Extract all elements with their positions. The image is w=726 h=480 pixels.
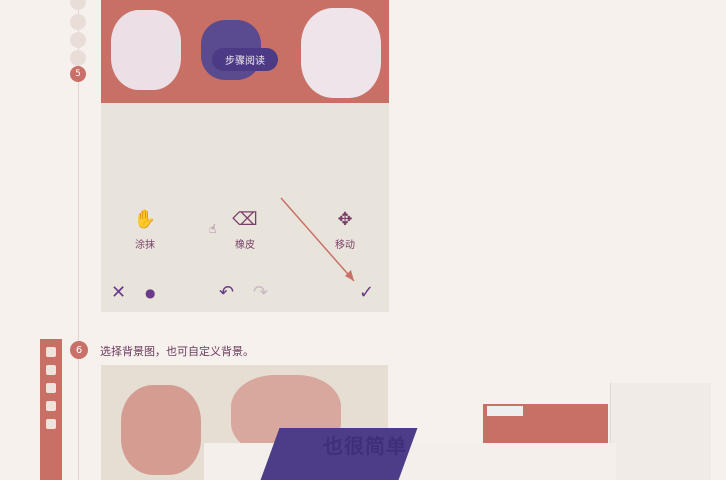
tool-eraser[interactable]: ⌫ 橡皮 [215,208,275,251]
eraser-icon: ⌫ [232,209,258,230]
close-icon[interactable]: ✕ [111,282,126,303]
step-dot-active: 5 [70,66,86,82]
read-steps-button[interactable]: 步骤阅读 [212,48,278,71]
smudge-icon: ✋ [133,209,157,230]
tool-move[interactable]: ✥ 移动 [315,208,375,251]
step-dot-1 [70,0,86,10]
tool-smudge[interactable]: ✋ 涂抹 [115,208,175,251]
step-6-label: 选择背景图，也可自定义背景。 [100,345,254,358]
tool-move-label: 移动 [335,240,355,251]
step-dot-4 [70,50,86,66]
active-step-number: 5 [75,69,81,79]
side-item[interactable] [46,347,56,357]
photo-figure [121,385,201,475]
thumbnail-tag [487,406,523,416]
undo-icon[interactable]: ↶ [219,282,234,303]
step-dot-3 [70,32,86,48]
check-icon[interactable]: ✓ [359,282,374,303]
thumbnail-image-2 [610,383,711,480]
side-item[interactable] [46,365,56,375]
photo-preview: 步骤阅读 [101,0,389,103]
banner-title: 也很简单 [323,434,407,458]
side-item[interactable] [46,383,56,393]
tool-eraser-label: 橡皮 [235,240,255,251]
photo-figure [111,10,181,90]
tool-smudge-label: 涂抹 [135,240,155,251]
phone-screenshot: 步骤阅读 ☝ ✋ 涂抹 ⌫ 橡皮 ✥ 移动 ✕ ● ↶ ↷ ✓ [101,0,389,312]
redo-icon[interactable]: ↷ [253,282,268,303]
photo-figure [301,8,381,98]
help-icon[interactable]: ● [145,286,155,300]
side-toolbar [40,339,62,480]
side-item[interactable] [46,401,56,411]
step-dot-2 [70,14,86,30]
move-icon: ✥ [337,209,353,230]
side-item[interactable] [46,419,56,429]
step-6-badge: 6 [70,341,88,359]
